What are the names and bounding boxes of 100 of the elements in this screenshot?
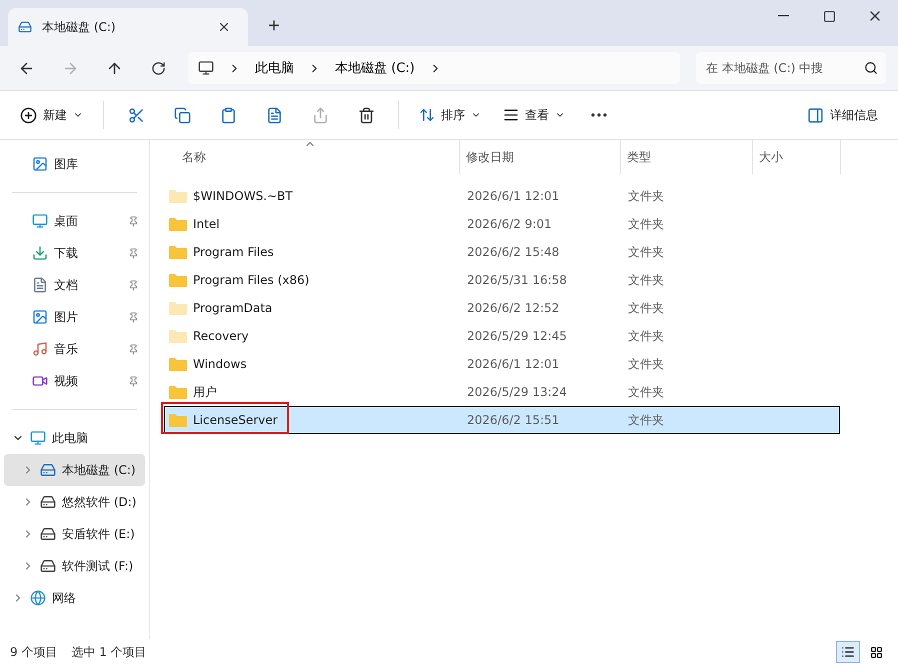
sidebar-item[interactable]: 文档 [4,269,145,301]
column-header[interactable]: 修改日期 [460,140,621,174]
folder-icon [169,385,187,399]
copy-icon [174,106,190,124]
pin-icon [128,280,139,290]
item-count: 9 个项目 [10,644,58,660]
file-row[interactable]: Recovery 2026/5/29 12:45 文件夹 [164,322,840,350]
download-icon [32,245,48,261]
sidebar-item[interactable]: 音乐 [4,333,145,365]
drive-icon [40,462,56,478]
maximize-icon [822,10,836,22]
refresh-icon [150,60,166,76]
minimize-icon [778,15,788,17]
folder-icon [169,329,187,343]
music-icon [32,341,48,357]
close-icon [217,20,231,34]
column-header[interactable]: 名称 [164,140,460,174]
file-name: 用户 [193,384,217,400]
date-cell-text: 2026/5/29 13:24 [466,385,568,399]
type-cell-text: 文件夹 [627,384,665,400]
pin-icon [128,312,139,322]
drive-icon [40,494,56,510]
search-field[interactable]: 在 本地磁盘 (C:) 中搜 [696,52,886,84]
folder-icon [169,413,187,427]
sidebar-item[interactable]: 安盾软件 (E:) [4,518,145,550]
type-cell-text: 文件夹 [627,356,665,372]
file-row[interactable]: Windows 2026/6/1 12:01 文件夹 [164,350,840,378]
gallery-icon [32,156,48,172]
date-cell-text: 2026/6/2 9:01 [466,217,553,231]
column-header[interactable]: 类型 [621,140,753,174]
plus-circle-icon [20,106,37,124]
folder-icon [169,273,187,287]
new-button[interactable]: 新建 [12,99,91,131]
file-row[interactable]: Intel 2026/6/2 9:01 文件夹 [164,210,840,238]
sidebar-item[interactable]: 图片 [4,301,145,333]
type-cell-text: 文件夹 [627,244,665,260]
document-icon [32,277,48,293]
type-cell-text: 文件夹 [627,328,665,344]
date-cell-text: 2026/6/1 12:01 [466,357,560,371]
file-name: Program Files (x86) [193,273,310,287]
breadcrumb[interactable]: 本地磁盘 (C:) [335,59,415,77]
type-cell-text: 文件夹 [627,412,665,428]
list-icon [841,645,855,659]
date-cell-text: 2026/5/31 16:58 [466,273,568,287]
view-button[interactable]: 查看 [495,99,573,131]
file-name: Recovery [193,329,249,343]
file-name: Intel [193,217,220,231]
column-header[interactable]: 大小 [753,140,841,174]
scissors-icon [128,106,144,124]
breadcrumb[interactable]: 此电脑 [255,59,294,77]
pin-icon [128,248,139,258]
file-name: LicenseServer [193,413,278,427]
folder-icon [169,189,187,203]
type-cell-text: 文件夹 [627,300,665,316]
new-tab-button[interactable]: + [258,10,290,42]
type-cell-text: 文件夹 [627,188,665,204]
sidebar-item[interactable]: 桌面 [4,205,145,237]
grid-icon [870,646,882,658]
share-icon [312,106,328,124]
folder-icon [169,245,187,259]
more-icon [591,113,607,117]
sidebar-item[interactable]: 视频 [4,365,145,397]
desktop-icon [32,213,48,229]
sidebar-item[interactable]: 软件测试 (F:) [4,550,145,582]
address-bar[interactable]: 此电脑 本地磁盘 (C:) [188,52,680,84]
date-cell-text: 2026/6/2 12:52 [466,301,560,315]
folder-icon [169,301,187,315]
search-icon [864,61,878,75]
sort-button[interactable]: 排序 [411,99,489,131]
file-row[interactable]: 用户 2026/5/29 13:24 文件夹 [164,378,840,406]
clipboard-icon [220,106,236,124]
computer-icon [198,60,214,76]
details-pane-button[interactable]: 详细信息 [799,99,886,131]
folder-icon [169,217,187,231]
file-name: $WINDOWS.~BT [193,189,293,203]
drive-icon [40,558,56,574]
file-row[interactable]: Program Files (x86) 2026/5/31 16:58 文件夹 [164,266,840,294]
window-tab[interactable]: 本地磁盘 (C:) [8,8,248,46]
drive-icon [18,20,32,34]
file-row[interactable]: Program Files 2026/6/2 15:48 文件夹 [164,238,840,266]
file-row[interactable]: $WINDOWS.~BT 2026/6/1 12:01 文件夹 [164,182,840,210]
view-mode-button[interactable] [836,641,860,663]
computer-icon [30,430,46,446]
type-cell-text: 文件夹 [627,216,665,232]
pin-icon [128,216,139,226]
file-row[interactable]: ProgramData 2026/6/2 12:52 文件夹 [164,294,840,322]
sidebar-item[interactable]: 此电脑 [4,422,145,454]
sidebar-item[interactable]: 悠然软件 (D:) [4,486,145,518]
type-cell-text: 文件夹 [627,272,665,288]
lines-icon [503,107,519,123]
date-cell-text: 2026/5/29 12:45 [466,329,568,343]
folder-icon [169,357,187,371]
file-name: ProgramData [193,301,272,315]
trash-icon [358,106,374,124]
date-cell-text: 2026/6/2 15:48 [466,245,560,259]
sidebar-item[interactable]: 图库 [4,148,145,180]
sidebar-item[interactable]: 本地磁盘 (C:) [4,454,145,486]
drive-icon [40,526,56,542]
sidebar-item[interactable]: 下载 [4,237,145,269]
sidebar-item[interactable]: 网络 [4,582,145,614]
